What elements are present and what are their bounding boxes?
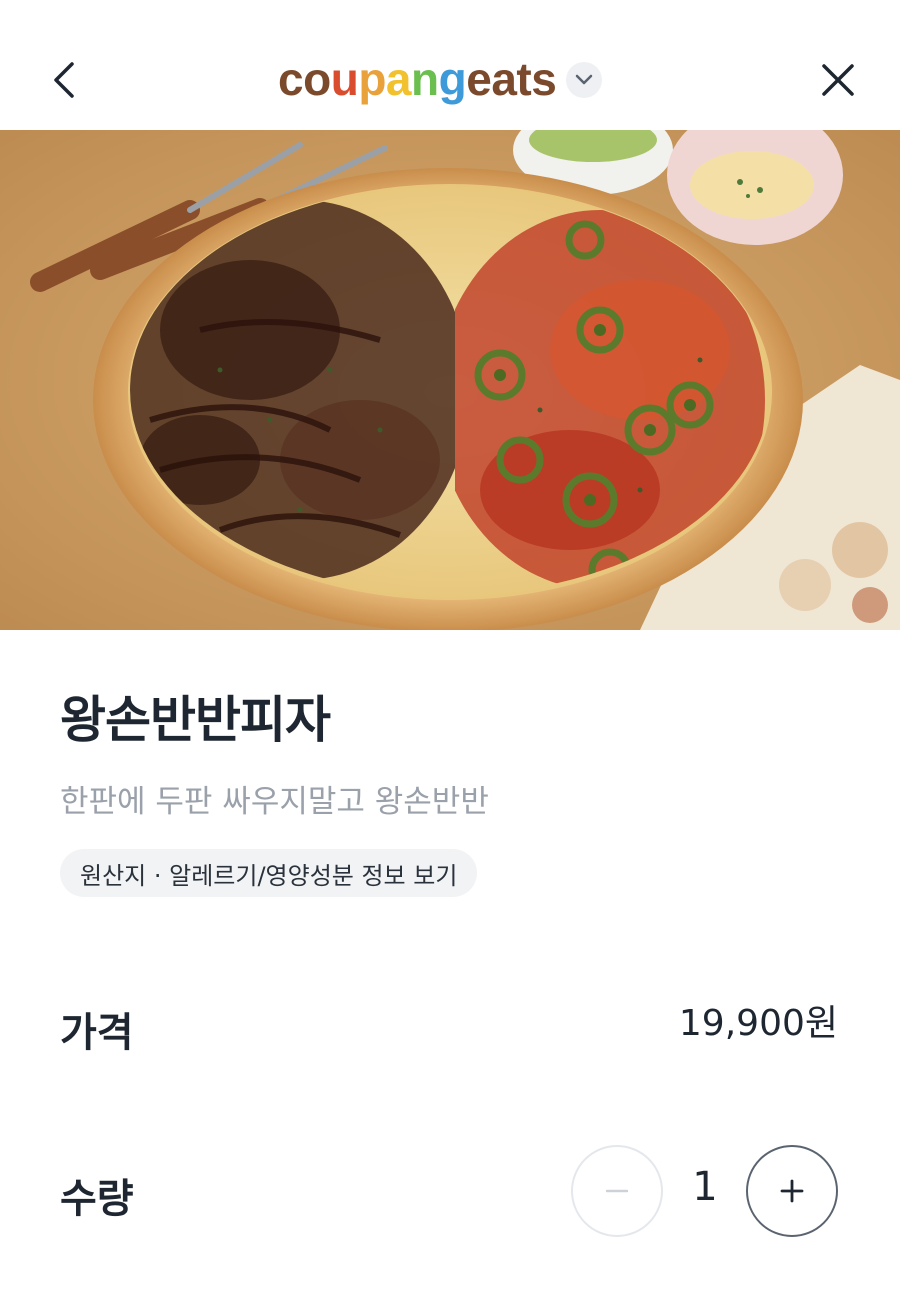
service-dropdown-button[interactable] <box>566 62 602 98</box>
close-icon <box>822 64 854 96</box>
chevron-left-icon <box>54 62 74 98</box>
pizza-photo <box>0 130 900 630</box>
product-title: 왕손반반피자 <box>60 691 331 749</box>
quantity-label: 수량 <box>60 1176 134 1222</box>
logo-letter: g <box>438 53 467 105</box>
product-description: 한판에 두판 싸우지말고 왕손반반 <box>60 784 489 820</box>
quantity-value: 1 <box>692 1164 718 1210</box>
logo-letter: p <box>358 53 386 105</box>
logo-letter: eats <box>466 53 557 105</box>
back-button[interactable] <box>42 50 86 110</box>
price-value: 19,900원 <box>678 1003 838 1044</box>
quantity-decrease-button[interactable] <box>571 1145 663 1237</box>
coupang-eats-logo: coupang eats <box>278 52 557 106</box>
logo-letter: a <box>385 53 412 105</box>
price-label: 가격 <box>60 1010 134 1056</box>
logo-letter: n <box>411 53 439 105</box>
chevron-down-icon <box>575 74 593 85</box>
minus-icon <box>606 1189 628 1193</box>
top-bar: coupang eats <box>0 0 900 130</box>
logo-letter: c <box>278 53 304 105</box>
logo-letter: u <box>330 53 359 105</box>
product-image <box>0 130 900 630</box>
logo-letter: o <box>303 53 331 105</box>
quantity-increase-button[interactable] <box>746 1145 838 1237</box>
origin-allergy-info-button[interactable]: 원산지 · 알레르기/영양성분 정보 보기 <box>60 849 478 897</box>
plus-icon <box>780 1179 804 1203</box>
close-button[interactable] <box>812 52 864 108</box>
